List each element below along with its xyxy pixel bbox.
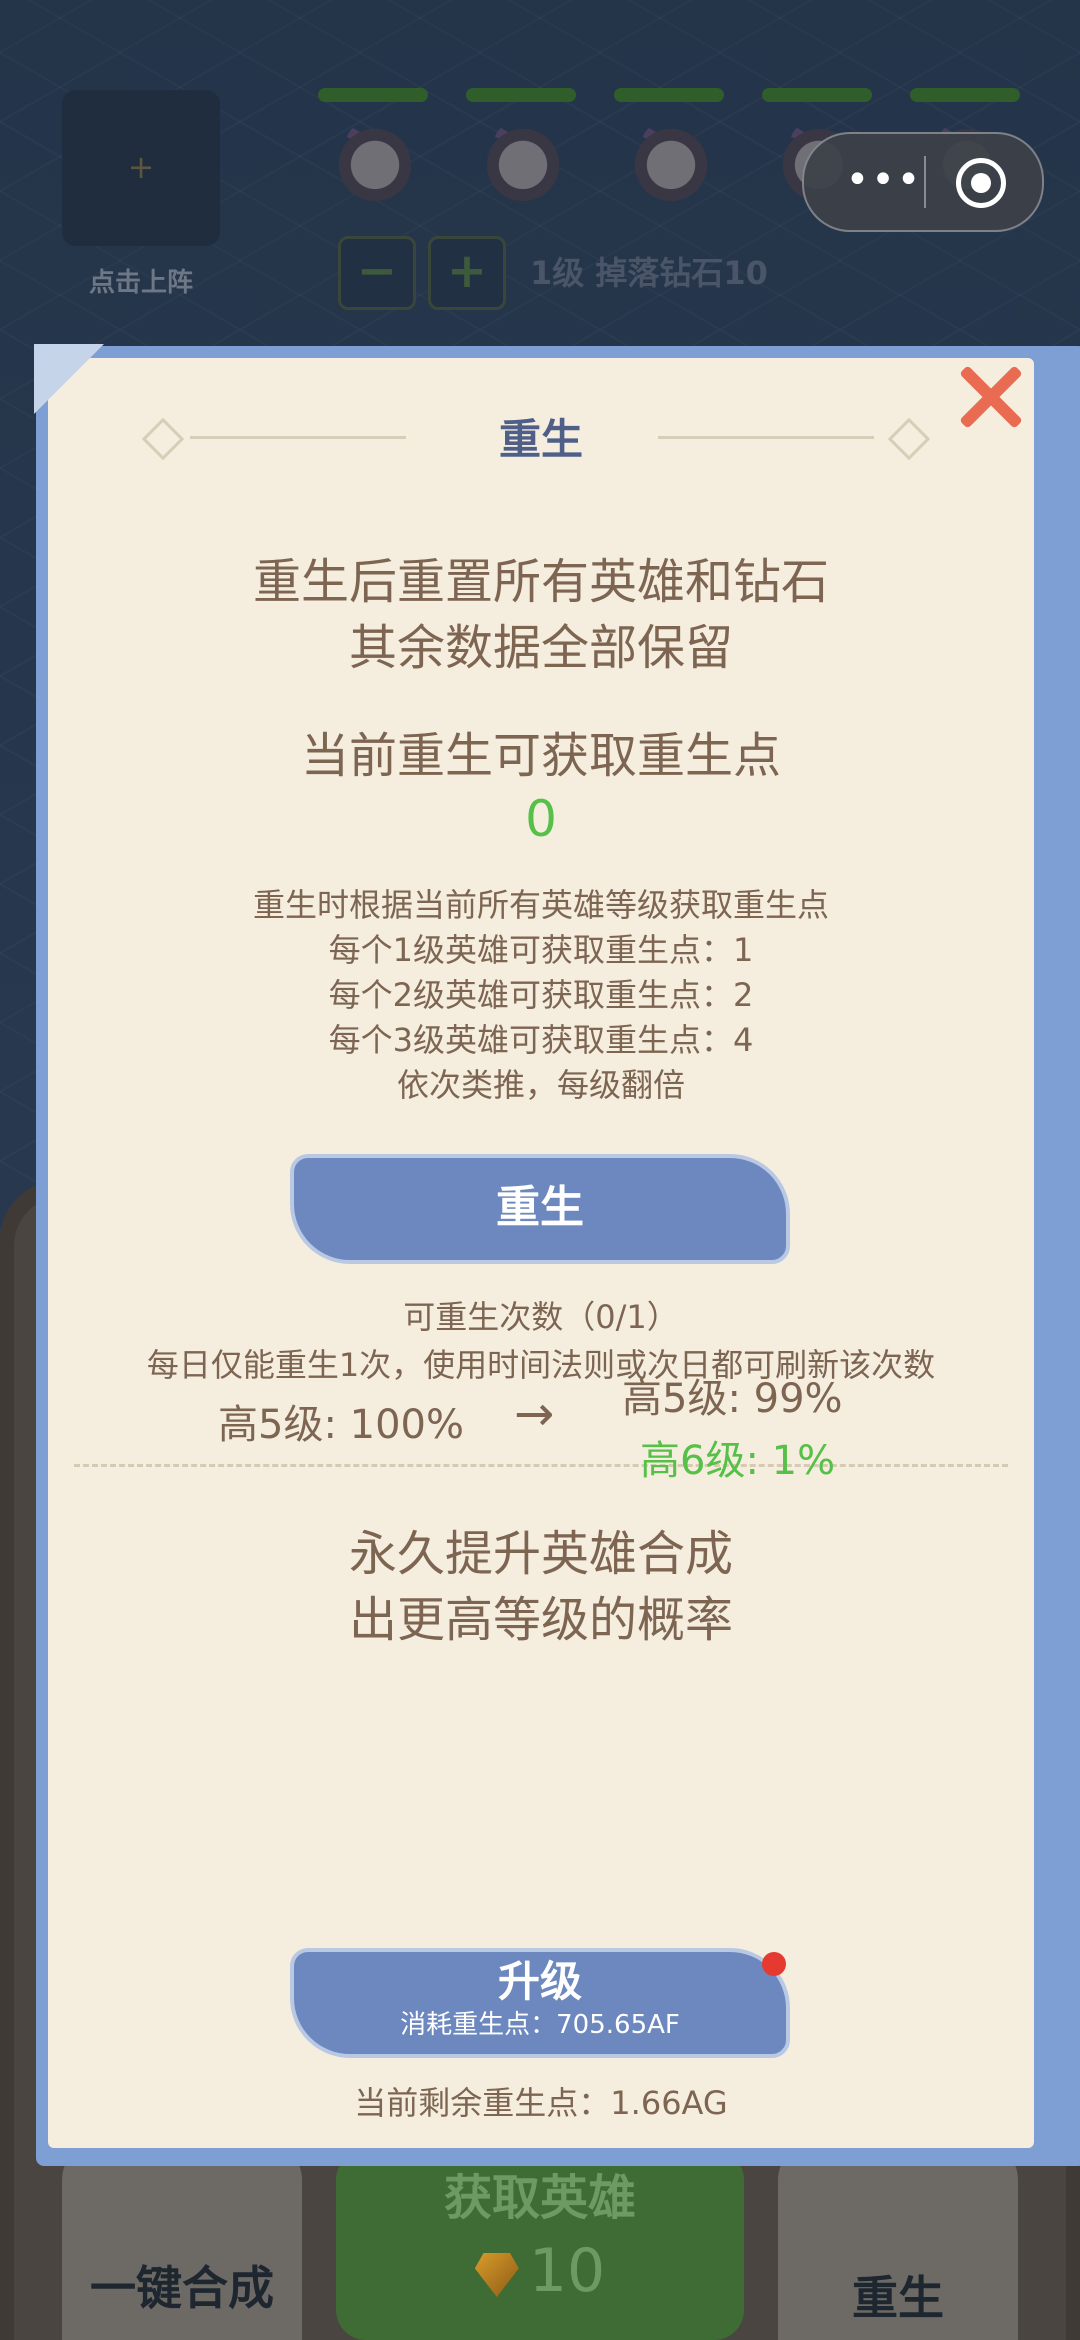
close-miniprogram-icon[interactable] (956, 158, 1006, 208)
upgrade-button[interactable]: 升级 消耗重生点：705.65AF (290, 1948, 790, 2058)
rebirth-button[interactable]: 重生 (290, 1154, 790, 1264)
rebirth-button-label: 重生 (496, 1182, 584, 1233)
intro-line-2: 其余数据全部保留 (348, 620, 733, 676)
upgrade-button-title: 升级 (497, 1957, 582, 2006)
rule-line: 依次类推，每级翻倍 (396, 1066, 685, 1104)
rule-line: 每个3级英雄可获取重生点：4 (328, 1021, 754, 1059)
rebirth-note: 每日仅能重生1次，使用时间法则或次日都可刷新该次数 (146, 1346, 936, 1384)
section-divider (74, 1464, 1008, 1467)
enemy-health-bar (762, 88, 872, 102)
hero-deploy-slot[interactable]: + (62, 90, 220, 246)
rebirth-points-value: 0 (525, 790, 557, 848)
level-minus-button[interactable]: − (338, 236, 416, 310)
next-rate-level6: 高6级: 1% (640, 1438, 836, 1484)
arrow-right-icon: → (514, 1386, 555, 1442)
rebirth-count: 可重生次数（0/1） (403, 1298, 679, 1336)
more-options-icon[interactable]: ••• (834, 152, 934, 212)
enemy-hedgehog (318, 88, 428, 218)
enemy-health-bar (466, 88, 576, 102)
intro-line-1: 重生后重置所有英雄和钻石 (252, 554, 829, 610)
rule-line: 重生时根据当前所有英雄等级获取重生点 (252, 886, 829, 924)
dialog-title-row: 重生 (48, 406, 1034, 466)
rule-line: 每个1级英雄可获取重生点：1 (328, 931, 754, 969)
enemy-hedgehog (614, 88, 724, 218)
level-plus-button[interactable]: + (428, 236, 506, 310)
rule-line: 每个2级英雄可获取重生点：2 (328, 976, 754, 1014)
rebirth-dialog: 重生 重生后重置所有英雄和钻石 其余数据全部保留 当前重生可获取重生点 0 重生… (48, 358, 1034, 2148)
close-icon[interactable] (956, 362, 1026, 432)
upgrade-heading-line-2: 出更高等级的概率 (348, 1592, 733, 1648)
rebirth-nav-button[interactable]: 重生 (778, 2140, 1018, 2340)
notification-dot (762, 1952, 786, 1976)
diamond-icon (474, 2253, 519, 2297)
deploy-slot-label: 点击上阵 (88, 268, 193, 298)
plus-icon: + (127, 148, 155, 186)
upgrade-button-cost: 消耗重生点：705.65AF (400, 2010, 680, 2040)
dialog-corner-fold (34, 344, 104, 414)
remaining-points: 当前剩余重生点：1.66AG (354, 2084, 728, 2122)
get-hero-cost: 10 (336, 2236, 744, 2306)
level-drop-text: 1级 掉落钻石10 (530, 254, 768, 292)
current-rate: 高5级: 100% (218, 1402, 464, 1448)
enemy-hedgehog (466, 88, 576, 218)
miniprogram-capsule: ••• (802, 132, 1044, 232)
one-click-merge-label: 一键合成 (90, 2261, 274, 2315)
enemy-health-bar (318, 88, 428, 102)
get-hero-button[interactable]: 获取英雄 10 (336, 2150, 744, 2340)
rebirth-nav-label: 重生 (852, 2271, 944, 2325)
get-hero-label: 获取英雄 (443, 2170, 636, 2226)
next-rate-level5: 高5级: 99% (622, 1376, 843, 1422)
points-heading: 当前重生可获取重生点 (300, 728, 781, 784)
dialog-title: 重生 (498, 415, 583, 464)
enemy-health-bar (614, 88, 724, 102)
upgrade-heading-line-1: 永久提升英雄合成 (348, 1526, 733, 1582)
enemy-health-bar (910, 88, 1020, 102)
one-click-merge-button[interactable]: 一键合成 (62, 2140, 302, 2340)
